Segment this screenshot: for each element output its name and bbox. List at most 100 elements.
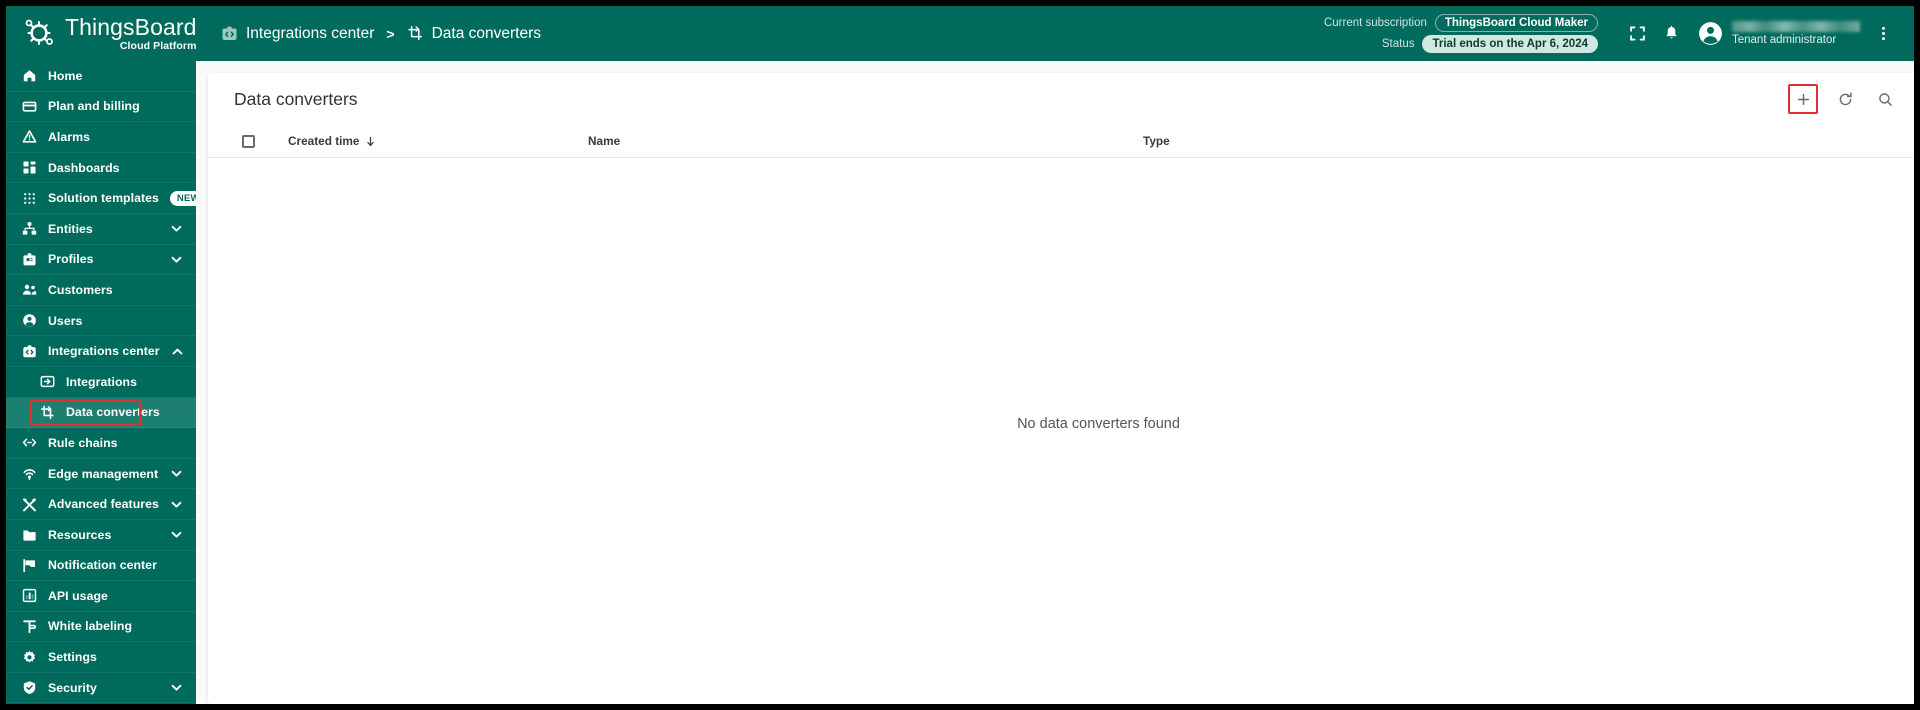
sidebar-item-label: Edge management (48, 466, 159, 481)
column-header-created-time[interactable]: Created time (288, 134, 588, 148)
top-bar: ThingsBoard Cloud Platform Integrations … (6, 6, 1914, 61)
sidebar-item-label: Rule chains (48, 435, 118, 450)
profiles-icon (22, 252, 37, 267)
user-menu[interactable]: Tenant administrator (1698, 20, 1860, 47)
breadcrumb-item-integrations-center[interactable]: Integrations center (221, 25, 374, 43)
rule-chains-icon (22, 435, 37, 450)
account-circle-icon (1698, 21, 1723, 46)
sidebar-item-rule-chains[interactable]: Rule chains (6, 428, 196, 459)
refresh-button[interactable] (1832, 86, 1858, 112)
sidebar-item-alarms[interactable]: Alarms (6, 122, 196, 153)
sidebar-item-label: Settings (48, 650, 97, 665)
topbar-right-area: Current subscription ThingsBoard Cloud M… (1324, 6, 1914, 61)
credit-card-icon (22, 99, 37, 114)
subscription-plan-badge[interactable]: ThingsBoard Cloud Maker (1434, 14, 1598, 32)
sidebar-item-label: Plan and billing (48, 99, 140, 114)
white-labeling-icon (22, 619, 37, 634)
notification-flag-icon (22, 558, 37, 573)
gear-icon (22, 650, 37, 665)
table-body: No data converters found (208, 158, 1914, 704)
subscription-status-row: Status Trial ends on the Apr 6, 2024 (1382, 35, 1598, 53)
sidebar-item-label: Data converters (66, 405, 160, 420)
chevron-down-icon[interactable] (170, 498, 183, 511)
advanced-features-icon (22, 497, 37, 512)
thingsboard-app-window: ThingsBoard Cloud Platform Integrations … (6, 6, 1914, 704)
chevron-down-icon[interactable] (170, 222, 183, 235)
empty-state-message: No data converters found (1017, 416, 1180, 432)
column-header-name[interactable]: Name (588, 134, 1143, 148)
user-role: Tenant administrator (1732, 33, 1837, 46)
select-all-cell (208, 134, 288, 148)
app-body: Home Plan and billing Alarms Dashboards Solu… (6, 61, 1914, 704)
chevron-down-icon[interactable] (170, 467, 183, 480)
sidebar-item-integrations[interactable]: Integrations (6, 367, 196, 398)
sidebar-item-security[interactable]: Security (6, 673, 196, 704)
bell-icon[interactable] (1654, 17, 1688, 51)
breadcrumb-item-data-converters[interactable]: Data converters (407, 25, 541, 43)
new-badge: NEW (169, 190, 196, 206)
data-converters-card: Data converters Created time Name Type N… (208, 73, 1914, 704)
sidebar-item-label: White labeling (48, 619, 133, 634)
sidebar-item-customers[interactable]: Customers (6, 275, 196, 306)
integrations-center-icon (22, 344, 37, 359)
column-label: Created time (288, 134, 360, 148)
sidebar-item-dashboards[interactable]: Dashboards (6, 153, 196, 184)
sidebar-item-settings[interactable]: Settings (6, 642, 196, 673)
sidebar-item-label: API usage (48, 588, 108, 603)
more-vertical-icon[interactable] (1866, 17, 1900, 51)
api-usage-chart-icon (22, 588, 37, 603)
fullscreen-icon[interactable] (1620, 17, 1654, 51)
breadcrumb-label: Data converters (431, 24, 541, 42)
integrations-center-icon (221, 25, 238, 42)
chevron-up-icon[interactable] (171, 345, 184, 358)
chevron-down-icon[interactable] (170, 253, 183, 266)
shield-icon (22, 680, 37, 695)
table-header-row: Created time Name Type (208, 125, 1914, 158)
chevron-down-icon[interactable] (170, 681, 183, 694)
sidebar-item-label: Dashboards (48, 160, 120, 175)
sidebar-item-edge-management[interactable]: Edge management (6, 459, 196, 490)
sidebar-item-label: Advanced features (48, 497, 159, 512)
sidebar-item-solution-templates[interactable]: Solution templates NEW (6, 183, 196, 214)
status-label: Status (1381, 38, 1415, 50)
column-header-type[interactable]: Type (1143, 134, 1914, 148)
entities-icon (22, 221, 37, 236)
sidebar-item-resources[interactable]: Resources (6, 520, 196, 551)
sidebar-item-label: Solution templates (48, 191, 159, 206)
sidebar-item-home[interactable]: Home (6, 61, 196, 92)
sidebar-item-label: Customers (48, 282, 113, 297)
search-button[interactable] (1872, 86, 1898, 112)
data-converters-icon (40, 405, 55, 420)
sidebar-item-users[interactable]: Users (6, 306, 196, 337)
sidebar-item-advanced-features[interactable]: Advanced features (6, 489, 196, 520)
thingsboard-logo-icon (22, 17, 56, 51)
sidebar-item-plan-and-billing[interactable]: Plan and billing (6, 92, 196, 123)
sidebar-item-white-labeling[interactable]: White labeling (6, 612, 196, 643)
sidebar-item-label: Resources (48, 527, 112, 542)
brand-title: ThingsBoard (65, 13, 197, 40)
sidebar-item-entities[interactable]: Entities (6, 214, 196, 245)
main-content: Data converters Created time Name Type N… (196, 61, 1914, 704)
add-data-converter-button[interactable] (1788, 84, 1818, 114)
subscription-current-row: Current subscription ThingsBoard Cloud M… (1324, 14, 1598, 32)
select-all-checkbox[interactable] (241, 134, 255, 148)
sidebar-item-label: Entities (48, 221, 93, 236)
user-circle-icon (22, 313, 37, 328)
sidebar-item-label: Notification center (48, 558, 157, 573)
chevron-down-icon[interactable] (170, 528, 183, 541)
sidebar-item-label: Users (48, 313, 83, 328)
column-label: Name (588, 134, 621, 148)
sidebar-item-integrations-center[interactable]: Integrations center (6, 336, 196, 367)
breadcrumb-separator: > (386, 25, 395, 42)
alarm-triangle-icon (22, 129, 37, 144)
sidebar-navigation: Home Plan and billing Alarms Dashboards Solu… (6, 61, 196, 704)
status-badge[interactable]: Trial ends on the Apr 6, 2024 (1422, 35, 1598, 53)
sidebar-item-data-converters[interactable]: Data converters (6, 397, 196, 429)
sidebar-item-profiles[interactable]: Profiles (6, 245, 196, 276)
sidebar-item-notification-center[interactable]: Notification center (6, 551, 196, 582)
card-toolbar (1788, 84, 1898, 114)
customers-icon (22, 282, 37, 297)
sidebar-item-label: Security (48, 680, 97, 695)
sidebar-item-api-usage[interactable]: API usage (6, 581, 196, 612)
brand-logo-area[interactable]: ThingsBoard Cloud Platform (6, 6, 196, 61)
